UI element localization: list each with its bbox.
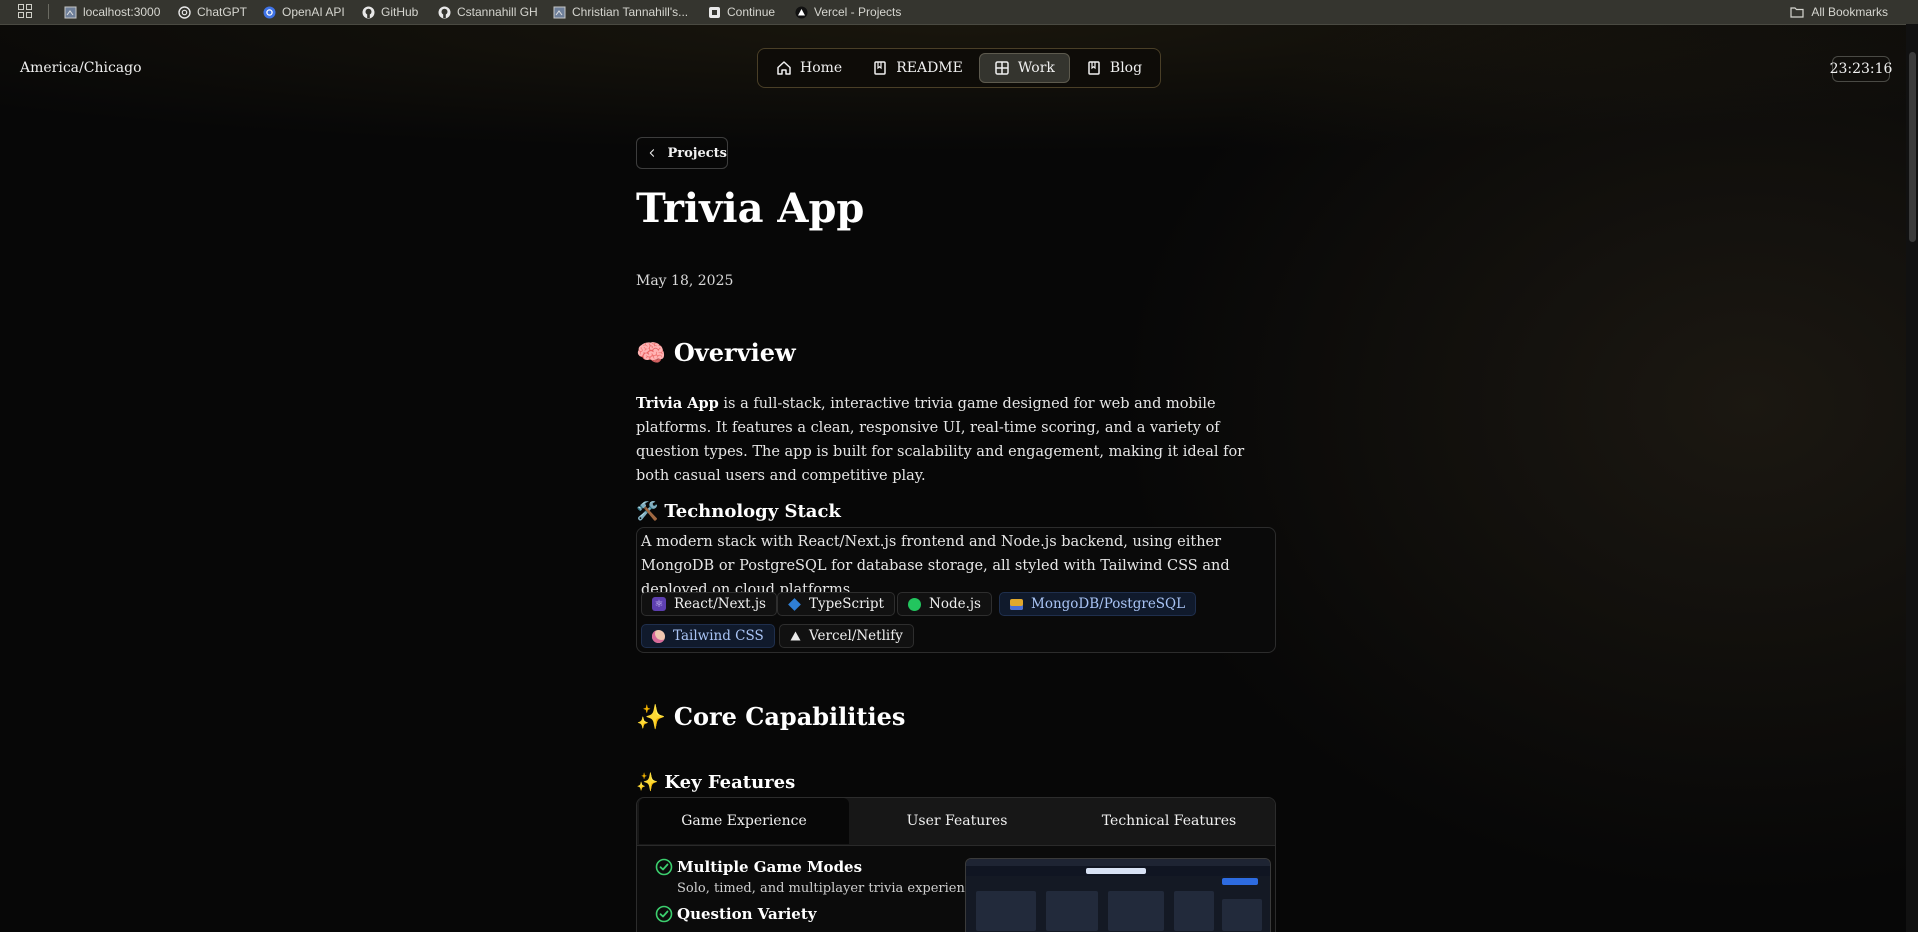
core-capabilities-heading-text: Core Capabilities: [673, 702, 906, 731]
all-bookmarks[interactable]: All Bookmarks: [1790, 0, 1888, 24]
chip-label: Vercel/Netlify: [809, 628, 903, 644]
nav-readme-label: README: [896, 60, 963, 76]
core-capabilities-heading: ✨ Core Capabilities: [636, 702, 905, 731]
chip-label: MongoDB/PostgreSQL: [1031, 596, 1186, 612]
feature-description: Solo, timed, and multiplayer trivia expe…: [677, 881, 987, 896]
bookmark-label: Continue: [727, 5, 776, 19]
green-dot-icon: [908, 597, 921, 611]
feature-tabs: Game Experience User Features Technical …: [637, 798, 1275, 846]
nav-readme[interactable]: README: [858, 53, 977, 83]
bookmark-localhost[interactable]: localhost:3000: [64, 0, 160, 24]
database-icon: [1010, 598, 1023, 610]
tools-icon: 🛠️: [636, 501, 659, 522]
bookmark-github[interactable]: GitHub: [362, 0, 418, 24]
bookmark-cstannahill-gh[interactable]: Cstannahill GH: [438, 0, 538, 24]
triangle-icon: [790, 631, 801, 641]
nav-home-label: Home: [800, 60, 843, 76]
page-scrollbar[interactable]: [1906, 24, 1918, 932]
bookmark-label: OpenAI API: [282, 5, 345, 19]
sparkles-icon: ✨: [636, 772, 659, 793]
page-title: Trivia App: [636, 185, 865, 232]
tech-stack-heading: 🛠️ Technology Stack: [636, 501, 841, 522]
bookmarks-divider: [48, 4, 49, 19]
bookmarks-bar: localhost:3000 ChatGPT OpenAI API GitHub…: [0, 0, 1918, 25]
overview-text: is a full-stack, interactive trivia game…: [636, 396, 1245, 484]
bookmark-label: localhost:3000: [83, 5, 161, 19]
clock: 23:23:16: [1830, 56, 1892, 82]
chip-label: React/Next.js: [674, 596, 766, 612]
nav-blog[interactable]: Blog: [1072, 53, 1156, 83]
feature-item: Question Variety: [655, 905, 817, 923]
grid-icon: [995, 61, 1009, 75]
chip-react-next: ⚛ React/Next.js: [641, 592, 777, 616]
check-circle-icon: [655, 905, 673, 923]
chip-label: Tailwind CSS: [673, 628, 764, 644]
bookmark-label: Vercel - Projects: [814, 5, 902, 19]
page-icon: [64, 6, 77, 18]
continue-icon: [709, 6, 720, 18]
key-features-heading: ✨ Key Features: [636, 772, 795, 793]
feature-screenshot: [965, 858, 1271, 932]
tech-stack-card: A modern stack with React/Next.js fronte…: [636, 527, 1276, 653]
chevron-left-icon: [649, 149, 655, 157]
feature-title: Multiple Game Modes: [677, 858, 863, 876]
chip-label: TypeScript: [809, 596, 884, 612]
nav-work[interactable]: Work: [978, 53, 1070, 83]
key-features-heading-text: Key Features: [664, 772, 796, 793]
chip-mongodb-postgresql: MongoDB/PostgreSQL: [999, 592, 1197, 616]
feature-title: Question Variety: [677, 905, 817, 923]
palette-icon: [652, 629, 665, 643]
apps-grid-icon[interactable]: [18, 4, 32, 18]
all-bookmarks-label: All Bookmarks: [1811, 5, 1888, 19]
sparkles-icon: ✨: [636, 702, 666, 731]
bookmark-label: Christian Tannahill's...: [572, 5, 689, 19]
github-icon: [362, 6, 375, 18]
scrollbar-thumb[interactable]: [1909, 52, 1916, 242]
bookmark-continue[interactable]: Continue: [708, 0, 775, 24]
folder-icon: [1790, 7, 1804, 18]
github-icon: [438, 6, 451, 18]
chip-typescript: TypeScript: [777, 592, 895, 616]
tab-game-experience[interactable]: Game Experience: [639, 798, 849, 844]
feature-item: Multiple Game Modes Solo, timed, and mul…: [655, 858, 987, 896]
openai-icon: [263, 6, 276, 18]
bookmark-chatgpt[interactable]: ChatGPT: [178, 0, 247, 24]
chip-tailwind-css: Tailwind CSS: [641, 624, 775, 648]
nav-blog-label: Blog: [1109, 60, 1143, 76]
overview-heading: 🧠 Overview: [636, 338, 796, 367]
chip-label: Node.js: [929, 596, 981, 612]
tab-technical-features[interactable]: Technical Features: [1063, 798, 1275, 844]
tab-user-features[interactable]: User Features: [851, 798, 1063, 844]
overview-heading-text: Overview: [673, 338, 796, 367]
nav-home[interactable]: Home: [762, 53, 856, 83]
bookmark-label: ChatGPT: [197, 5, 248, 19]
bookmark-openai-api[interactable]: OpenAI API: [263, 0, 345, 24]
book-icon: [1088, 61, 1100, 75]
timezone-label: America/Chicago: [20, 60, 142, 76]
back-button-label: Projects: [667, 145, 727, 161]
chip-vercel-netlify: Vercel/Netlify: [779, 624, 914, 648]
diamond-icon: [788, 597, 801, 611]
home-icon: [777, 61, 791, 75]
book-icon: [874, 61, 886, 75]
atom-icon: ⚛: [652, 597, 666, 611]
publish-date: May 18, 2025: [636, 273, 734, 289]
chip-nodejs: Node.js: [897, 592, 992, 616]
check-circle-icon: [655, 858, 673, 876]
bookmark-label: GitHub: [381, 5, 419, 19]
back-to-projects-button[interactable]: Projects: [636, 137, 728, 169]
tech-stack-heading-text: Technology Stack: [664, 501, 841, 522]
brain-icon: 🧠: [636, 338, 666, 367]
overview-bold-lead: Trivia App: [636, 395, 719, 412]
openai-icon: [178, 5, 191, 19]
page-icon: [553, 6, 566, 18]
key-features-card: Game Experience User Features Technical …: [636, 797, 1276, 932]
bookmark-vercel-projects[interactable]: Vercel - Projects: [795, 0, 901, 24]
bookmark-label: Cstannahill GH: [457, 5, 538, 19]
bookmark-christian-tannahill[interactable]: Christian Tannahill's...: [553, 0, 688, 24]
nav-work-label: Work: [1017, 60, 1055, 76]
vercel-icon: [795, 6, 808, 18]
overview-paragraph: Trivia App is a full-stack, interactive …: [636, 392, 1276, 488]
main-nav: Home README Work Blog: [757, 48, 1161, 88]
